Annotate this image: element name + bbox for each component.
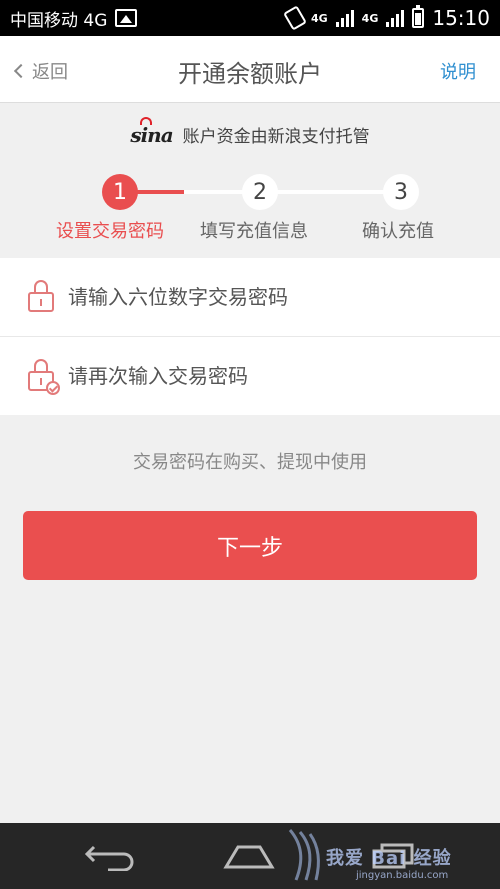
help-link[interactable]: 说明 — [440, 58, 476, 84]
step-line-pending — [184, 190, 400, 194]
step-1-label: 设置交易密码 — [56, 221, 164, 242]
sina-eye-icon — [140, 116, 153, 125]
status-right: 4G 4G 15:10 — [283, 5, 490, 31]
system-nav-bar — [0, 823, 500, 889]
step-2-circle: 2 — [242, 174, 278, 210]
system-recent-icon[interactable] — [372, 843, 414, 869]
image-icon — [115, 9, 138, 27]
back-button[interactable]: 返回 — [13, 58, 68, 84]
back-label: 返回 — [32, 62, 68, 83]
sina-custody-notice: sina 账户资金由新浪支付托管 — [0, 116, 500, 147]
network-tag-2: 4G — [361, 11, 379, 25]
sina-logo: sina — [130, 116, 174, 147]
confirm-password-row — [0, 337, 500, 415]
system-back-icon[interactable] — [84, 841, 136, 871]
step-3-label: 确认充值 — [362, 221, 434, 242]
nav-bar: 返回 开通余额账户 说明 — [0, 36, 500, 103]
step-indicator: 1 2 3 设置交易密码 填写充值信息 确认充值 — [0, 172, 500, 252]
back-chevron-icon — [13, 63, 29, 79]
lock-check-icon — [26, 359, 60, 395]
step-3-circle: 3 — [383, 174, 419, 210]
password-input[interactable] — [68, 285, 448, 309]
signal-icon-2 — [386, 9, 405, 27]
step-2-label: 填写充值信息 — [200, 221, 308, 242]
lock-icon — [26, 280, 56, 314]
password-form — [0, 258, 500, 415]
step-1-circle: 1 — [102, 174, 138, 210]
vibrate-icon — [283, 5, 307, 31]
password-usage-hint: 交易密码在购买、提现中使用 — [133, 452, 367, 473]
system-home-icon[interactable] — [222, 841, 276, 871]
sina-notice-text: 账户资金由新浪支付托管 — [182, 127, 370, 147]
confirm-password-input[interactable] — [68, 364, 448, 388]
carrier-label: 中国移动 4G — [10, 10, 108, 31]
page-title: 开通余额账户 — [178, 60, 322, 88]
next-step-button[interactable]: 下一步 — [23, 511, 477, 580]
network-tag-1: 4G — [310, 11, 328, 25]
status-bar: 中国移动 4G 4G 4G 15:10 — [0, 0, 500, 36]
battery-icon — [412, 5, 425, 28]
password-row — [0, 258, 500, 337]
signal-icon — [335, 9, 354, 27]
clock: 15:10 — [432, 6, 490, 30]
